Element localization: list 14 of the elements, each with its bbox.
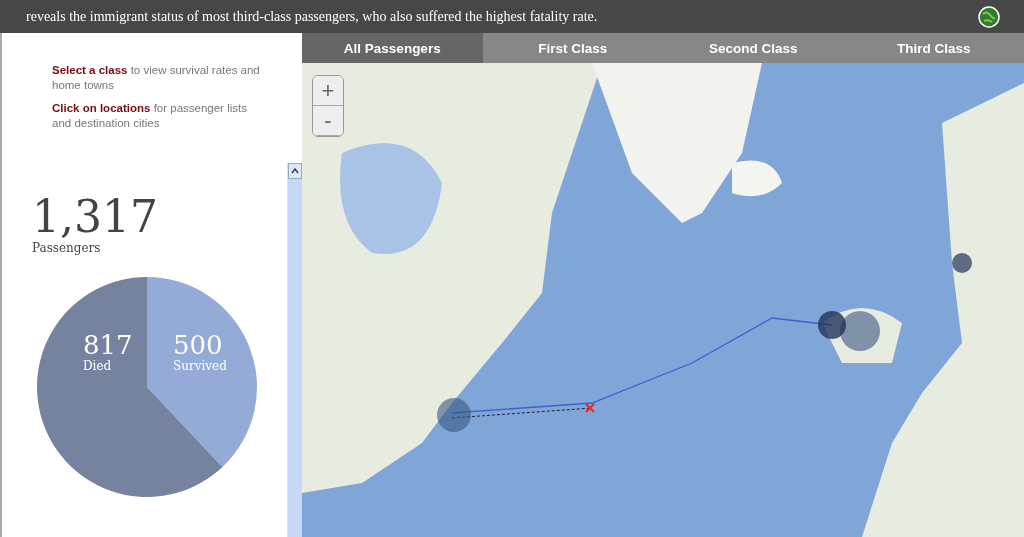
scroll-up-icon[interactable]: [288, 163, 302, 179]
passenger-label: Passengers: [32, 241, 102, 255]
slice-value: 500: [173, 331, 224, 359]
zoom-in-button[interactable]: +: [313, 76, 343, 106]
class-tab[interactable]: All Passengers: [302, 33, 483, 63]
slice-value: 817: [83, 331, 133, 359]
passenger-total: 1,317: [32, 193, 159, 241]
instruction-text: Click on locations for passenger lists and destination cities: [52, 101, 248, 131]
slice-label: Died: [83, 359, 113, 373]
scrollbar[interactable]: [287, 163, 302, 537]
globe-logo-icon: [978, 5, 1000, 28]
header-text: reveals the immigrant status of most third-class passengers, who also suffered the highest fatality rate.: [26, 8, 598, 25]
instruction-text: Select a class to view survival rates and home towns: [52, 63, 261, 93]
slice-label: Survived: [173, 359, 227, 373]
